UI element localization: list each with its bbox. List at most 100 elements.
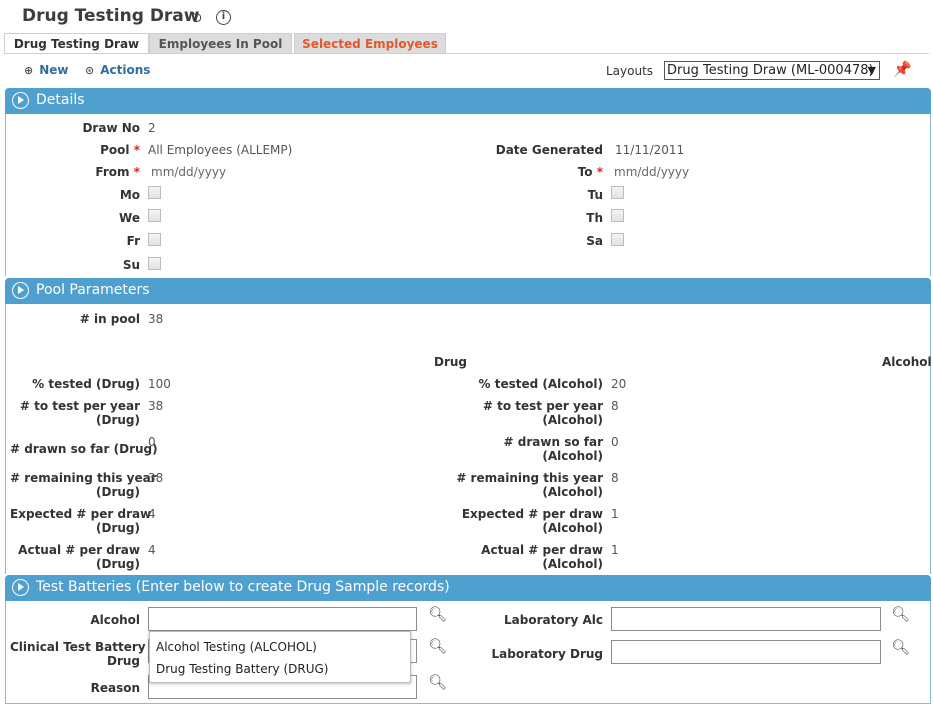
page-title: Drug Testing Draw: [22, 6, 200, 26]
to-label: To *: [480, 165, 603, 179]
expected-alcohol-value: 1: [611, 507, 619, 521]
we-checkbox[interactable]: [148, 209, 161, 222]
to-test-drug-label-line2: (Drug): [96, 413, 140, 427]
dropdown-option-alcohol[interactable]: Alcohol Testing (ALCOHOL): [156, 640, 317, 654]
tu-label: Tu: [587, 188, 603, 202]
from-date-input[interactable]: mm/dd/yyyy: [151, 165, 226, 179]
sa-checkbox[interactable]: [611, 233, 624, 246]
tu-checkbox[interactable]: [611, 186, 624, 199]
expected-alcohol-label: Expected # per draw (Alcohol): [450, 507, 603, 535]
required-mark: *: [133, 143, 140, 157]
pool-parameters-section-header[interactable]: Pool Parameters: [5, 278, 931, 304]
pool-value: All Employees (ALLEMP): [148, 143, 293, 157]
test-batteries-header-label: Test Batteries (Enter below to create Dr…: [36, 579, 450, 595]
date-generated-value: 11/11/2011: [615, 143, 685, 157]
details-header-label: Details: [36, 92, 85, 108]
actual-alcohol-label-line2: (Alcohol): [542, 557, 603, 571]
search-icon[interactable]: 🔍︎: [428, 605, 447, 623]
search-icon[interactable]: 🔍︎: [891, 638, 910, 656]
play-circle-icon: ⊙: [85, 64, 95, 77]
drawn-alcohol-label: # drawn so far (Alcohol): [450, 435, 603, 463]
mo-checkbox[interactable]: [148, 186, 161, 199]
dropdown-option-drug[interactable]: Drug Testing Battery (DRUG): [156, 662, 328, 676]
search-icon[interactable]: 🔍︎: [428, 673, 447, 691]
details-section-header[interactable]: Details: [5, 88, 931, 114]
search-icon[interactable]: 🔍︎: [891, 605, 910, 623]
test-batteries-section-header[interactable]: Test Batteries (Enter below to create Dr…: [5, 575, 931, 601]
search-icon[interactable]: 🔍︎: [428, 637, 447, 655]
new-label: New: [39, 63, 69, 77]
expand-icon: [12, 282, 29, 299]
pct-tested-drug-value: 100: [148, 377, 171, 391]
laboratory-drug-input[interactable]: [611, 640, 881, 664]
layouts-select-value: Drug Testing Draw (ML-000478): [667, 63, 874, 78]
remaining-drug-label-line1: # remaining this year: [10, 471, 157, 485]
expand-icon: [12, 579, 29, 596]
new-button[interactable]: ⊕ New: [24, 63, 69, 77]
from-label-text: From: [95, 165, 130, 179]
from-label: From *: [40, 165, 140, 179]
sa-label: Sa: [586, 234, 603, 248]
tab-drug-testing-draw[interactable]: Drug Testing Draw: [4, 33, 149, 54]
actual-drug-value: 4: [148, 543, 156, 557]
pushpin-icon[interactable]: 📌: [893, 60, 912, 78]
remaining-alcohol-label-line1: # remaining this year: [456, 471, 603, 485]
actual-alcohol-label-line1: Actual # per draw: [481, 543, 603, 557]
to-test-alcohol-label-line1: # to test per year: [482, 399, 603, 413]
info-circle-icon[interactable]: i: [216, 10, 231, 25]
to-test-drug-value: 38: [148, 399, 164, 413]
pct-tested-drug-label: % tested (Drug): [32, 377, 140, 391]
remaining-drug-value: 38: [148, 471, 164, 485]
expected-drug-value: 4: [148, 507, 156, 521]
pool-parameters-header-label: Pool Parameters: [36, 282, 150, 298]
actual-alcohol-label: Actual # per draw (Alcohol): [450, 543, 603, 571]
clinical-test-battery-label-line1: Clinical Test Battery: [10, 640, 146, 654]
fr-label: Fr: [126, 234, 140, 248]
clinical-test-battery-label-line2: Drug: [106, 654, 140, 668]
drawn-drug-label: # drawn so far (Drug): [10, 442, 158, 456]
to-label-text: To: [577, 165, 593, 179]
expected-alcohol-label-line2: (Alcohol): [542, 521, 603, 535]
laboratory-alc-input[interactable]: [611, 607, 881, 631]
drawn-alcohol-value: 0: [611, 435, 619, 449]
fr-checkbox[interactable]: [148, 233, 161, 246]
remaining-alcohol-label-line2: (Alcohol): [542, 485, 603, 499]
layouts-select[interactable]: Drug Testing Draw (ML-000478) ▼: [664, 61, 880, 80]
expected-alcohol-label-line1: Expected # per draw: [461, 507, 603, 521]
in-pool-value: 38: [148, 312, 164, 326]
expected-drug-label-line2: (Drug): [96, 521, 140, 535]
to-test-alcohol-label-line2: (Alcohol): [542, 413, 603, 427]
actions-button[interactable]: ⊙ Actions: [85, 63, 150, 77]
undo-arrow-icon[interactable]: ⮌: [187, 8, 205, 26]
su-checkbox[interactable]: [148, 257, 161, 270]
clinical-test-battery-label: Clinical Test Battery Drug: [10, 640, 146, 668]
to-test-alcohol-label: # to test per year (Alcohol): [450, 399, 603, 427]
remaining-drug-label-line2: (Drug): [96, 485, 140, 499]
th-checkbox[interactable]: [611, 209, 624, 222]
draw-no-label: Draw No: [82, 121, 140, 135]
required-mark: *: [596, 165, 603, 179]
we-label: We: [119, 211, 140, 225]
pool-label-text: Pool: [100, 143, 130, 157]
remaining-drug-label: # remaining this year (Drug): [10, 471, 157, 499]
actual-alcohol-value: 1: [611, 543, 619, 557]
to-test-drug-label-line1: # to test per year: [19, 399, 140, 413]
chevron-down-icon: ▼: [867, 64, 876, 77]
expected-drug-label: Expected # per draw (Drug): [10, 507, 151, 535]
alcohol-battery-input[interactable]: [148, 607, 417, 631]
pct-tested-alcohol-label: % tested (Alcohol): [478, 377, 604, 391]
tab-divider: [4, 53, 929, 54]
actual-drug-label-line2: (Drug): [96, 557, 140, 571]
actual-drug-label: Actual # per draw (Drug): [10, 543, 140, 571]
su-label: Su: [122, 258, 140, 272]
pct-tested-alcohol-value: 20: [611, 377, 627, 391]
alcohol-column-heading: Alcohol: [882, 355, 932, 369]
drawn-alcohol-label-line2: (Alcohol): [542, 449, 603, 463]
remaining-alcohol-value: 8: [611, 471, 619, 485]
tab-selected-employees[interactable]: Selected Employees: [294, 33, 446, 54]
to-date-input[interactable]: mm/dd/yyyy: [614, 165, 689, 179]
date-generated-label: Date Generated: [495, 143, 603, 157]
layouts-label: Layouts: [606, 64, 654, 78]
drawn-alcohol-label-line1: # drawn so far: [503, 435, 603, 449]
tab-employees-in-pool[interactable]: Employees In Pool: [149, 33, 292, 54]
